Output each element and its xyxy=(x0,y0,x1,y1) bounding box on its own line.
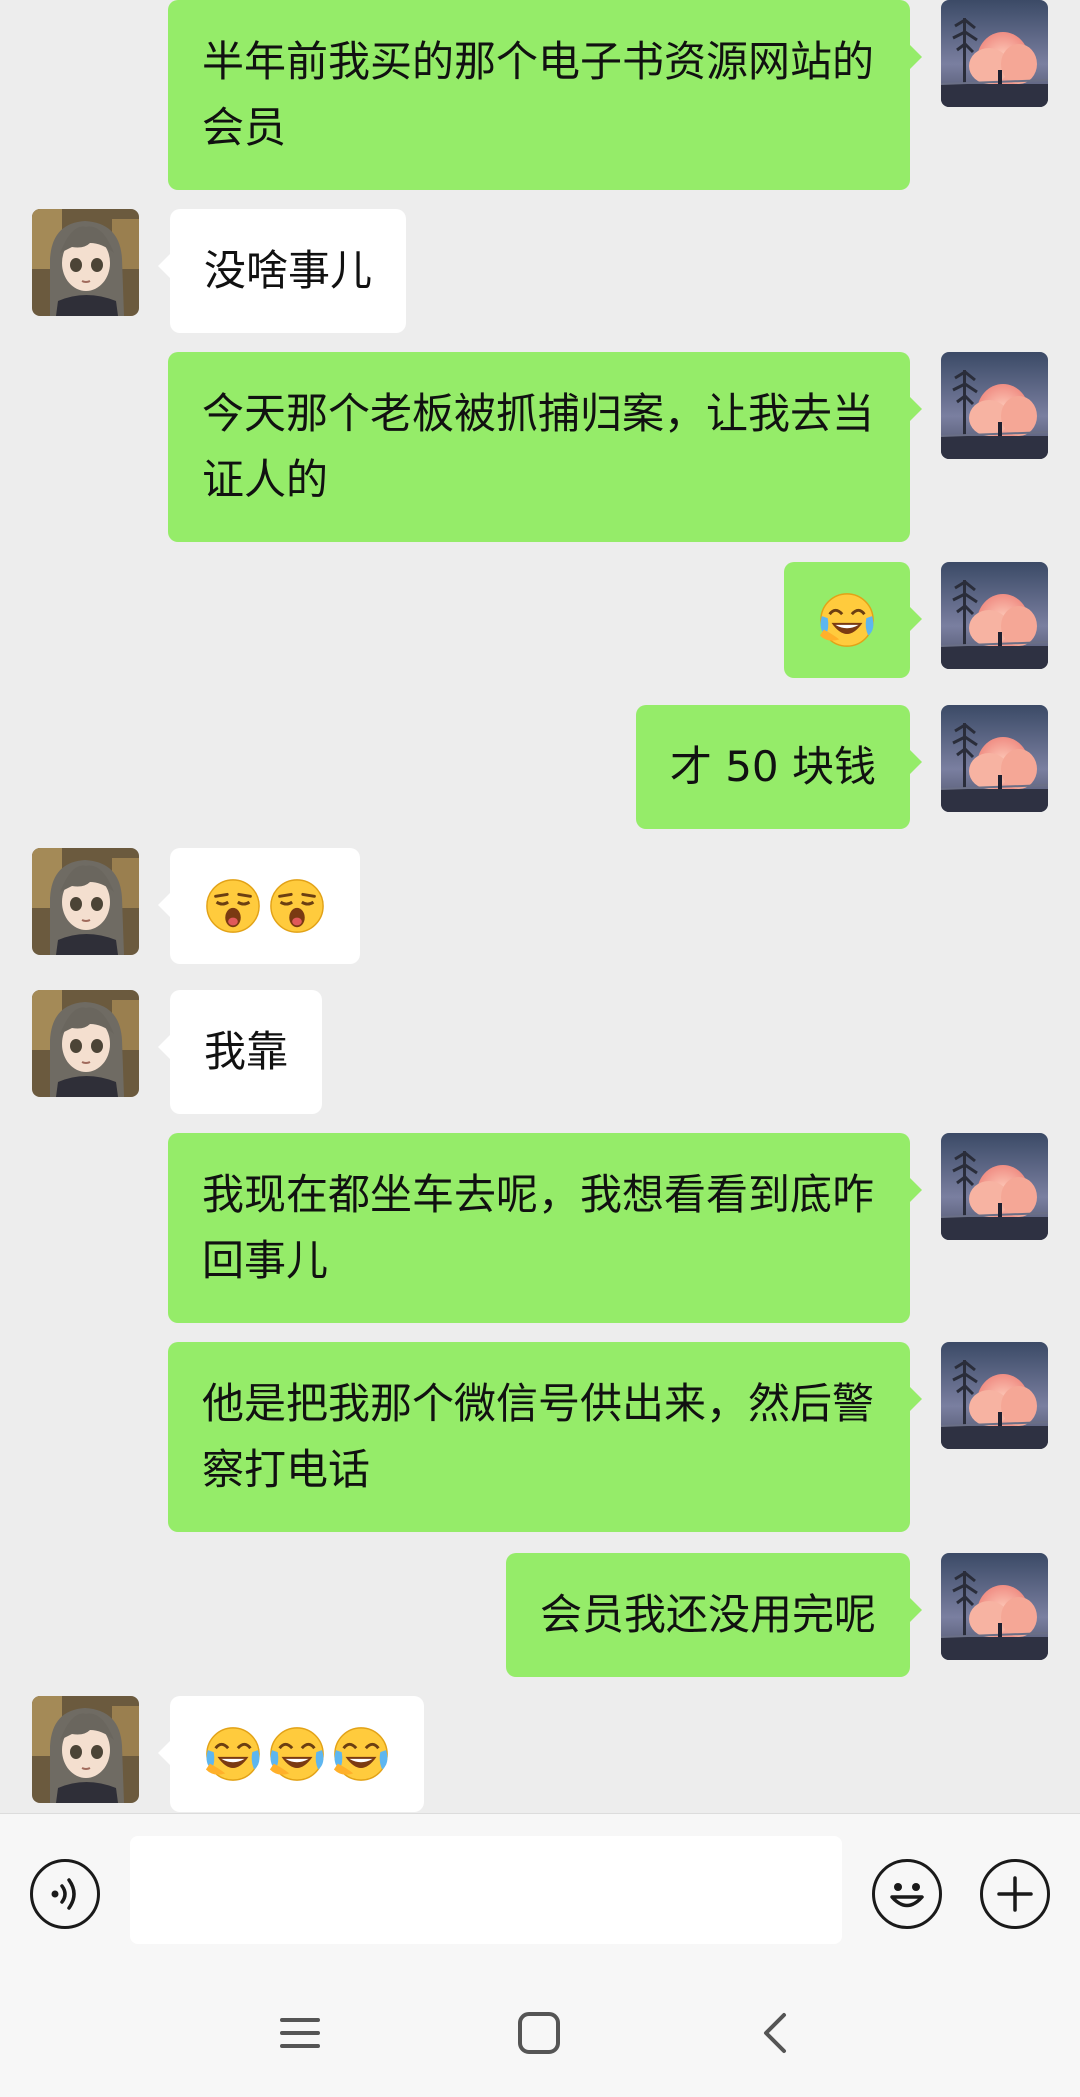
my-avatar[interactable] xyxy=(941,1553,1048,1660)
message-text: 没啥事儿 xyxy=(204,246,373,295)
menu-icon xyxy=(280,2018,320,2048)
chat-area[interactable]: 半年前我买的那个电子书资源网站的会员 没啥事儿 今天那个老板被抓捕归案，让我去当… xyxy=(0,0,1080,1813)
contact-avatar[interactable] xyxy=(32,209,139,316)
face-with-tears-of-joy-icon xyxy=(204,1726,261,1782)
my-avatar[interactable] xyxy=(941,0,1048,107)
input-bar xyxy=(0,1813,1080,1974)
message-bubble[interactable]: 他是把我那个微信号供出来，然后警察打电话 xyxy=(168,1342,922,1532)
message-bubble[interactable] xyxy=(158,1696,424,1812)
emoji-button[interactable] xyxy=(872,1859,942,1929)
message-text: 我靠 xyxy=(204,1027,289,1076)
face-with-tears-of-joy-icon xyxy=(818,592,875,648)
face-with-tears-of-joy-icon xyxy=(268,1726,325,1782)
yawning-face-icon xyxy=(269,878,325,934)
contact-avatar[interactable] xyxy=(32,1696,139,1803)
my-avatar[interactable] xyxy=(941,1342,1048,1449)
plus-icon xyxy=(997,1876,1033,1912)
voice-icon xyxy=(51,1878,76,1910)
contact-avatar[interactable] xyxy=(32,990,139,1097)
home-icon xyxy=(518,2012,560,2054)
back-icon xyxy=(764,2013,786,2053)
contact-avatar[interactable] xyxy=(32,848,139,955)
message-text: 会员我还没用完呢 xyxy=(539,1590,876,1639)
message-bubble[interactable] xyxy=(158,848,360,964)
my-avatar[interactable] xyxy=(941,562,1048,669)
face-with-tears-of-joy-icon xyxy=(332,1726,389,1782)
message-text: 半年前我买的那个电子书资源网站的会员 xyxy=(202,37,875,152)
message-text: 我现在都坐车去呢，我想看看到底咋回事儿 xyxy=(202,1170,875,1285)
home-button[interactable] xyxy=(509,2003,569,2063)
my-avatar[interactable] xyxy=(941,352,1048,459)
message-bubble[interactable]: 我靠 xyxy=(157,990,323,1114)
message-text: 他是把我那个微信号供出来，然后警察打电话 xyxy=(202,1379,875,1494)
my-avatar[interactable] xyxy=(941,705,1048,812)
message-bubble[interactable]: 会员我还没用完呢 xyxy=(505,1553,923,1677)
emoji-icon xyxy=(890,1883,924,1908)
yawning-face-icon xyxy=(205,878,261,934)
message-text: 今天那个老板被抓捕归案，让我去当证人的 xyxy=(202,389,875,504)
voice-button[interactable] xyxy=(30,1859,100,1929)
menu-button[interactable] xyxy=(270,2003,330,2063)
message-bubble[interactable]: 我现在都坐车去呢，我想看看到底咋回事儿 xyxy=(168,1133,922,1323)
system-navigation-bar xyxy=(0,1973,1080,2097)
plus-button[interactable] xyxy=(980,1859,1050,1929)
message-bubble[interactable]: 今天那个老板被抓捕归案，让我去当证人的 xyxy=(168,352,922,542)
message-input[interactable] xyxy=(130,1836,842,1944)
message-bubble[interactable]: 半年前我买的那个电子书资源网站的会员 xyxy=(168,0,922,190)
back-button[interactable] xyxy=(746,2003,806,2063)
message-bubble[interactable] xyxy=(784,562,922,678)
message-text: 才 50 块钱 xyxy=(669,742,876,791)
my-avatar[interactable] xyxy=(941,1133,1048,1240)
message-bubble[interactable]: 没啥事儿 xyxy=(157,209,407,333)
message-bubble[interactable]: 才 50 块钱 xyxy=(635,705,923,829)
